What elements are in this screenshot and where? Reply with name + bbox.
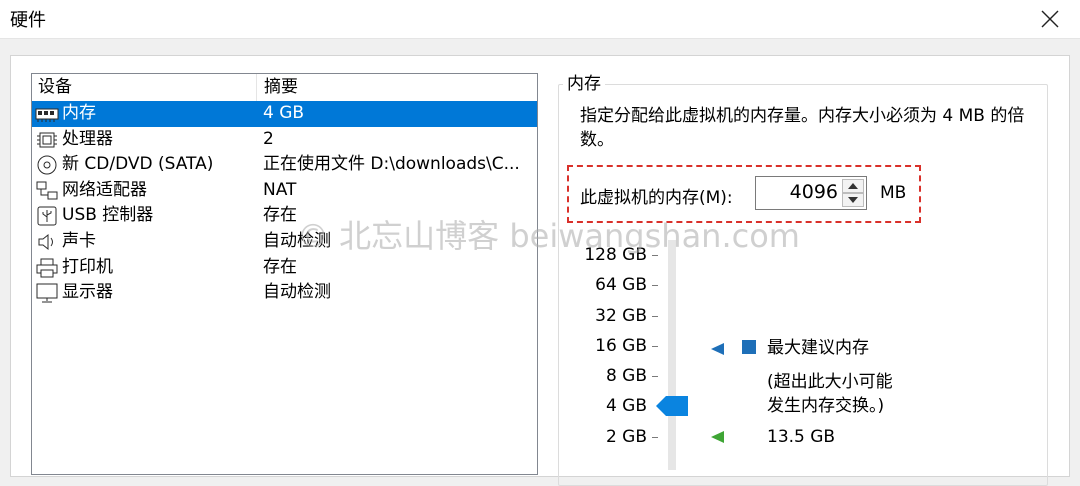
device-list[interactable]: 设备 摘要 内存 4 GB 处理器 2 新 CD/DVD (SATA) 正在使用… bbox=[31, 73, 538, 475]
speaker-icon bbox=[38, 233, 53, 251]
max-recommended-arrow bbox=[711, 343, 724, 355]
scale-label: 4 GB bbox=[605, 396, 647, 416]
device-summary: 4 GB bbox=[263, 103, 305, 123]
network-icon bbox=[36, 181, 58, 200]
close-button[interactable] bbox=[1020, 0, 1080, 38]
window-title: 硬件 bbox=[10, 10, 46, 31]
scale-tick bbox=[652, 376, 658, 377]
recommended-arrow bbox=[711, 431, 724, 443]
memory-slider-track[interactable] bbox=[668, 240, 676, 470]
scale-label: 64 GB bbox=[595, 275, 647, 295]
recommended-value: 13.5 GB bbox=[767, 427, 836, 447]
device-name: 新 CD/DVD (SATA) bbox=[62, 154, 214, 175]
device-summary: 自动检测 bbox=[263, 282, 331, 303]
printer-icon bbox=[36, 258, 58, 278]
close-icon bbox=[1041, 10, 1059, 28]
device-summary: NAT bbox=[263, 179, 297, 200]
cpu-icon bbox=[37, 132, 57, 148]
device-name: USB 控制器 bbox=[62, 205, 154, 226]
device-name: 打印机 bbox=[62, 256, 113, 277]
device-summary: 正在使用文件 D:\downloads\C... bbox=[263, 154, 520, 175]
column-header-device[interactable]: 设备 bbox=[32, 74, 257, 101]
max-recommended-swatch bbox=[742, 340, 756, 354]
device-row-display[interactable]: 显示器 自动检测 bbox=[32, 280, 537, 306]
scale-label: 16 GB bbox=[595, 336, 647, 356]
memory-group-title: 内存 bbox=[563, 73, 605, 95]
max-note-line2: 发生内存交换。) bbox=[767, 396, 885, 416]
device-summary: 存在 bbox=[263, 205, 297, 226]
device-name: 处理器 bbox=[62, 128, 113, 149]
device-summary: 2 bbox=[263, 128, 274, 149]
scale-tick bbox=[652, 285, 658, 286]
device-row-usb[interactable]: USB 控制器 存在 bbox=[32, 203, 537, 229]
scale-tick bbox=[652, 316, 658, 317]
device-name: 网络适配器 bbox=[62, 179, 147, 200]
max-note-line1: (超出此大小可能 bbox=[767, 372, 893, 392]
memory-description: 指定分配给此虚拟机的内存量。内存大小必须为 4 MB 的倍数。 bbox=[580, 106, 1025, 150]
device-row-sound[interactable]: 声卡 自动检测 bbox=[32, 229, 537, 255]
chevron-down-icon bbox=[848, 197, 858, 203]
device-name: 内存 bbox=[62, 103, 96, 123]
scale-tick bbox=[652, 437, 658, 438]
scale-label: 8 GB bbox=[605, 366, 647, 386]
usb-icon bbox=[37, 206, 57, 226]
memory-unit: MB bbox=[880, 183, 907, 203]
scale-tick bbox=[652, 346, 658, 347]
memory-icon bbox=[35, 108, 59, 122]
device-row-cd-dvd[interactable]: 新 CD/DVD (SATA) 正在使用文件 D:\downloads\C... bbox=[32, 152, 537, 178]
chevron-up-icon bbox=[848, 183, 858, 189]
scale-tick bbox=[652, 255, 658, 256]
device-name: 声卡 bbox=[62, 230, 96, 251]
cd-dvd-icon bbox=[37, 155, 57, 175]
device-row-cpu[interactable]: 处理器 2 bbox=[32, 127, 537, 153]
memory-stepper[interactable]: 4096 bbox=[755, 176, 867, 210]
memory-input-label: 此虚拟机的内存(M): bbox=[580, 188, 733, 208]
device-summary: 自动检测 bbox=[263, 230, 331, 251]
memory-value[interactable]: 4096 bbox=[790, 181, 838, 203]
device-row-network[interactable]: 网络适配器 NAT bbox=[32, 178, 537, 204]
monitor-icon bbox=[36, 283, 58, 303]
device-row-memory[interactable]: 内存 4 GB bbox=[32, 101, 537, 127]
device-row-printer[interactable]: 打印机 存在 bbox=[32, 255, 537, 281]
max-recommended-label: 最大建议内存 bbox=[767, 338, 869, 358]
decrement-button[interactable] bbox=[842, 193, 864, 207]
device-summary: 存在 bbox=[263, 256, 297, 277]
device-name: 显示器 bbox=[62, 282, 113, 303]
stepper-buttons bbox=[842, 179, 864, 207]
memory-slider-thumb[interactable] bbox=[656, 396, 688, 416]
increment-button[interactable] bbox=[842, 179, 864, 193]
scale-label: 32 GB bbox=[595, 306, 647, 326]
list-header: 设备 摘要 bbox=[32, 74, 537, 101]
scale-label: 2 GB bbox=[605, 427, 647, 447]
title-bar: 硬件 bbox=[0, 0, 1080, 39]
scale-label: 128 GB bbox=[584, 245, 647, 265]
column-header-summary[interactable]: 摘要 bbox=[258, 74, 537, 101]
